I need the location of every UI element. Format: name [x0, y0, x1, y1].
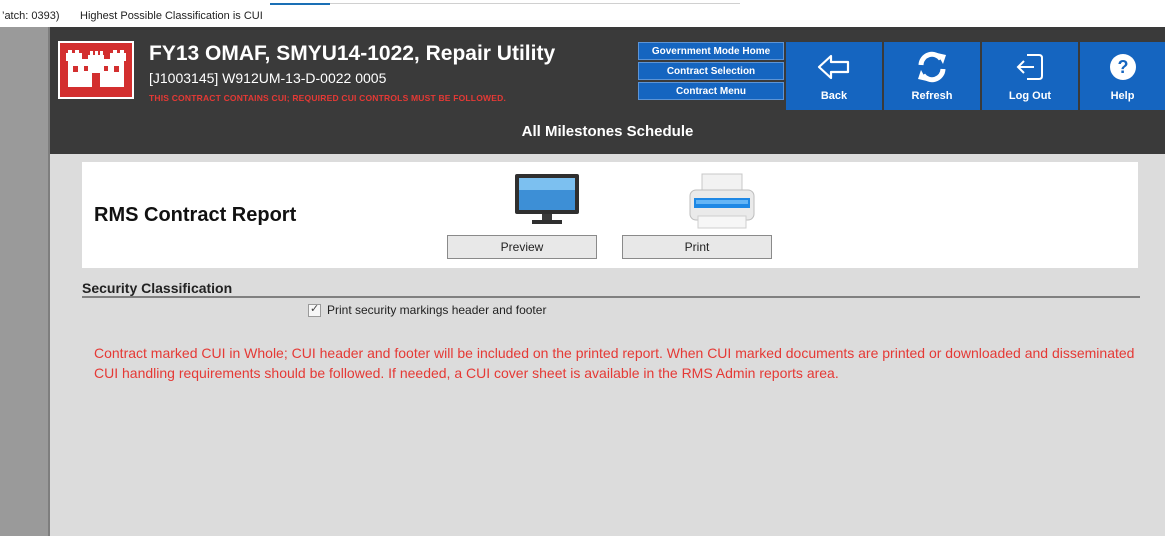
cui-warning: THIS CONTRACT CONTAINS CUI; REQUIRED CUI… — [149, 93, 507, 103]
cui-notice: Contract marked CUI in Whole; CUI header… — [94, 345, 1135, 381]
log-out-button[interactable]: Log Out — [982, 42, 1078, 110]
refresh-button[interactable]: Refresh — [884, 42, 980, 110]
page-title-bar: All Milestones Schedule — [50, 110, 1165, 154]
help-icon: ? — [1080, 46, 1165, 88]
contract-selection-button[interactable]: Contract Selection — [638, 62, 784, 80]
back-label: Back — [820, 90, 848, 102]
refresh-label: Refresh — [911, 90, 953, 102]
back-button[interactable]: Back — [786, 42, 882, 110]
security-markings-checkbox[interactable]: ✓ — [308, 302, 321, 317]
nav-stack: Government Mode Home Contract Selection … — [638, 42, 784, 102]
status-strip: ’atch: 0393) Highest Possible Classifica… — [0, 6, 1165, 26]
security-section-title: Security Classification — [82, 280, 233, 296]
security-markings-label: Print security markings header and foote… — [327, 303, 547, 317]
help-button[interactable]: ? Help — [1080, 42, 1165, 110]
checkmark-icon: ✓ — [310, 302, 320, 315]
section-divider — [82, 296, 1140, 298]
report-title: RMS Contract Report — [94, 204, 297, 226]
contract-subtitle: [J1003145] W912UM-13-D-0022 0005 — [149, 70, 387, 86]
monitor-icon — [487, 172, 607, 234]
back-arrow-icon — [786, 46, 882, 88]
log-out-icon — [982, 46, 1078, 88]
app-header: FY13 OMAF, SMYU14-1022, Repair Utility [… — [50, 27, 1165, 110]
cut-field-fragment — [330, 0, 740, 4]
refresh-icon — [884, 46, 980, 88]
security-markings-option[interactable]: ✓ Print security markings header and foo… — [308, 303, 546, 317]
contract-menu-button[interactable]: Contract Menu — [638, 82, 784, 100]
preview-button[interactable]: Preview — [447, 235, 597, 259]
svg-text:?: ? — [1117, 57, 1128, 77]
government-mode-home-button[interactable]: Government Mode Home — [638, 42, 784, 60]
help-label: Help — [1110, 90, 1135, 102]
main-content: RMS Contract Report Preview Print Securi… — [50, 154, 1165, 536]
cut-link-fragment — [270, 0, 330, 5]
printer-icon — [662, 172, 782, 234]
left-rail — [0, 27, 50, 536]
patch-text: ’atch: 0393) — [2, 10, 60, 22]
contract-title: FY13 OMAF, SMYU14-1022, Repair Utility — [149, 42, 556, 65]
usace-castle-logo — [58, 41, 134, 99]
classification-text: Highest Possible Classification is CUI — [80, 10, 263, 22]
page-title: All Milestones Schedule — [521, 123, 694, 140]
print-button[interactable]: Print — [622, 235, 772, 259]
log-out-label: Log Out — [1008, 90, 1052, 102]
report-card: RMS Contract Report Preview Print — [82, 162, 1138, 268]
